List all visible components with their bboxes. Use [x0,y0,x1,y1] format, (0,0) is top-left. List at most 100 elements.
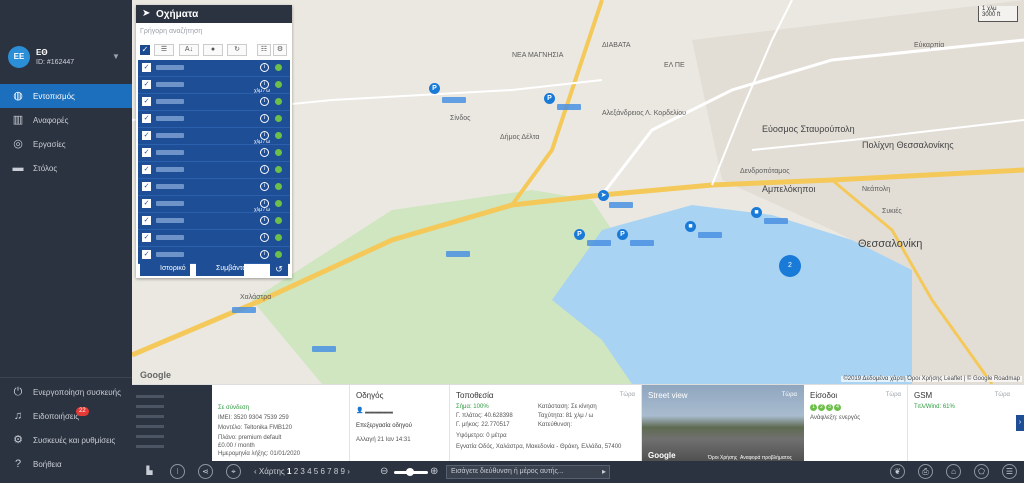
list-row[interactable] [136,445,164,448]
nav-item-notifications[interactable]: ♫ Ειδοποιήσεις 22 [0,404,132,428]
list-row[interactable] [136,395,164,398]
history-button[interactable]: Ιστορικό [140,262,190,276]
events-button[interactable]: Συμβάντα [196,262,246,276]
expand-right-icon[interactable]: › [1016,415,1024,431]
list-row[interactable] [136,405,164,408]
vehicle-row[interactable]: ✓ i χλμ / ω [138,128,290,145]
layers-icon[interactable]: ☰ [1002,464,1017,479]
checkbox[interactable]: ✓ [142,97,151,106]
list-icon[interactable]: ☰ [154,44,174,56]
dot-icon[interactable]: ● [203,44,223,56]
info-icon[interactable]: i [260,233,269,242]
checkbox[interactable]: ✓ [142,80,151,89]
sort-icon[interactable]: A↓ [179,44,199,56]
vehicle-cluster[interactable]: 2 [779,255,801,277]
page-2[interactable]: 2 [294,467,298,476]
printer-icon[interactable]: ⎙ [918,464,933,479]
vehicle-row[interactable]: ✓ i [138,179,290,196]
list-row[interactable] [136,435,164,438]
list-row[interactable] [136,425,164,428]
checkbox[interactable]: ✓ [142,165,151,174]
vehicle-row[interactable]: ✓ i [138,162,290,179]
checkbox[interactable]: ✓ [142,216,151,225]
vehicle-tag[interactable] [446,251,470,257]
nav-item-help[interactable]: ? Βοήθεια [0,452,132,476]
next-page-icon[interactable]: › [347,467,350,476]
checkbox[interactable]: ✓ [142,199,151,208]
nav-item-fleet[interactable]: ▬ Στόλος [0,156,132,180]
page-4[interactable]: 4 [307,467,311,476]
vehicle-row[interactable]: ✓ i [138,213,290,230]
gear-icon[interactable]: ⚙ [273,44,287,56]
edit-driver-link[interactable]: Επεξεργασία οδηγού [356,423,412,429]
select-all-checkbox[interactable]: ✓ [140,45,150,55]
vehicle-tag[interactable] [698,232,722,238]
vehicle-row[interactable]: ✓ i [138,230,290,247]
vehicle-row[interactable]: ✓ i χλμ / ω [138,77,290,94]
zoom-out-icon[interactable]: ⊖ [380,466,388,477]
vehicle-tag[interactable] [312,346,336,352]
checkbox[interactable]: ✓ [142,131,151,140]
vehicle-tag[interactable] [587,240,611,246]
map-pin-icon[interactable]: ⌖ [226,464,241,479]
checkbox[interactable]: ✓ [142,250,151,259]
page-8[interactable]: 8 [334,467,338,476]
checkbox[interactable]: ✓ [142,114,151,123]
layout-icon[interactable]: ▙ [142,464,157,479]
info-icon[interactable]: i [260,216,269,225]
parking-marker[interactable]: P [429,83,440,94]
vehicle-row[interactable]: ✓ i [138,60,290,77]
traffic-light-icon[interactable]: ⁝ [170,464,185,479]
checkbox[interactable]: ✓ [142,63,151,72]
page-3[interactable]: 3 [300,467,304,476]
vehicle-tag[interactable] [557,104,581,110]
info-icon[interactable]: i [260,114,269,123]
checkbox[interactable]: ✓ [142,182,151,191]
parking-marker[interactable]: P [544,93,555,104]
columns-icon[interactable]: ☷ [257,44,271,56]
street-view[interactable]: Street view Τώρα Google Όροι Χρήσης Αναφ… [642,385,804,462]
zoom-slider[interactable]: ⊖ ⊕ [380,466,440,478]
vehicle-tag[interactable] [232,307,256,313]
info-icon[interactable]: i [260,250,269,259]
page-7[interactable]: 7 [327,467,331,476]
vehicle-row[interactable]: ✓ i χλμ / ω [138,196,290,213]
history-clock-icon[interactable]: ↺ [270,262,288,276]
address-search-input[interactable]: Εισάγετε διεύθυνση ή μέρος αυτής... ▸ [446,465,610,479]
prev-page-icon[interactable]: ‹ [254,467,257,476]
page-9[interactable]: 9 [341,467,345,476]
checkbox[interactable]: ✓ [142,233,151,242]
info-icon[interactable]: i [260,182,269,191]
nav-item-tasks[interactable]: ◎ Εργασίες [0,132,132,156]
nav-item-tracking[interactable]: ◍ Εντοπισμός [0,84,132,108]
vehicle-tag[interactable] [764,218,788,224]
parking-marker[interactable]: P [617,229,628,240]
vehicle-row[interactable]: ✓ i [138,94,290,111]
parking-marker[interactable]: ■ [685,221,696,232]
refresh-icon[interactable]: ↻ [227,44,247,56]
nav-item-reports[interactable]: ▥ Αναφορές [0,108,132,132]
go-arrow-icon[interactable]: ▸ [602,467,606,476]
zoom-handle[interactable] [406,468,414,476]
info-icon[interactable]: i [260,63,269,72]
vehicle-search-input[interactable]: Γρήγορη αναζήτηση [140,28,202,35]
user-menu[interactable]: EE ЕΘ ID: #162447 ▼ [8,46,128,72]
page-1[interactable]: 1 [287,467,291,476]
share-icon[interactable]: ⋖ [198,464,213,479]
nav-item-settings[interactable]: ⚙ Συσκευές και ρυθμίσεις [0,428,132,452]
chevron-down-icon[interactable]: ▼ [112,52,120,61]
info-icon[interactable]: i [260,97,269,106]
vehicle-tag[interactable] [442,97,466,103]
map-attribution[interactable]: ©2019 Δεδομένα χάρτη Όροι Χρήσης Leaflet… [841,376,1022,382]
navigation-marker[interactable]: ➤ [598,190,609,201]
shape-icon[interactable]: ⬠ [974,464,989,479]
list-row[interactable] [136,415,164,418]
vehicle-row[interactable]: ✓ i [138,111,290,128]
leaf-icon[interactable]: ❦ [890,464,905,479]
info-icon[interactable]: i [260,165,269,174]
vehicle-tag[interactable] [609,202,633,208]
parking-marker[interactable]: P [574,229,585,240]
parking-marker[interactable]: ■ [751,207,762,218]
vehicle-tag[interactable] [630,240,654,246]
nav-item-activate-device[interactable]: ⏻ Ενεργοποίηση συσκευής [0,380,132,404]
